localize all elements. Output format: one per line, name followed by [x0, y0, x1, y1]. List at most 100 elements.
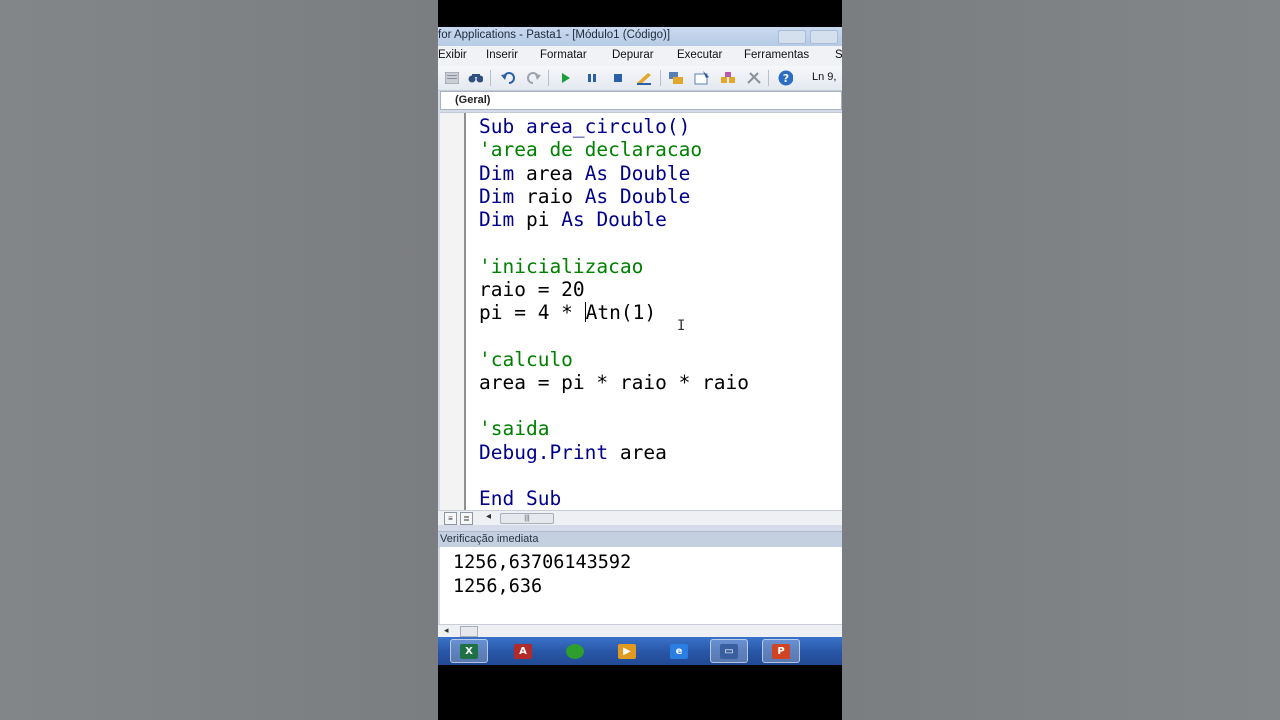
toolbox-icon[interactable] — [746, 71, 761, 85]
green-app-taskbar-button[interactable] — [556, 639, 594, 663]
scrollbar-thumb[interactable]: ||| — [500, 513, 554, 524]
code-line[interactable]: Debug.Print area — [479, 441, 749, 464]
media-player-taskbar-button[interactable]: ▶ — [608, 639, 646, 663]
code-line[interactable]: Dim pi As Double — [479, 208, 749, 231]
title-bar[interactable]: for Applications - Pasta1 - [Módulo1 (Có… — [438, 27, 842, 46]
immediate-output: 1256,63706143592 1256,636 — [453, 551, 631, 598]
scroll-left-arrow[interactable]: ◂ — [444, 625, 449, 636]
immediate-window-header: Verificação imediata — [438, 531, 842, 548]
excel-taskbar-button[interactable]: X — [450, 639, 488, 663]
vba-editor-window: for Applications - Pasta1 - [Módulo1 (Có… — [438, 27, 842, 665]
menu-formatar[interactable]: Formatar — [540, 49, 587, 61]
maximize-button[interactable] — [810, 30, 838, 44]
code-line[interactable]: 'saida — [479, 417, 749, 440]
design-mode-icon[interactable] — [636, 71, 651, 85]
left-blurred-background — [0, 0, 438, 720]
code-line[interactable]: 'inicializacao — [479, 255, 749, 278]
code-keyword: Dim — [479, 161, 515, 185]
menu-executar[interactable]: Executar — [677, 49, 722, 61]
help-icon[interactable]: ? — [778, 70, 793, 86]
procedure-view-button[interactable]: ≡ — [444, 512, 457, 525]
code-horizontal-scrollbar[interactable]: ≡ ≣ ◂ ||| — [438, 510, 842, 525]
break-icon[interactable] — [584, 71, 599, 85]
excel-icon: X — [460, 643, 478, 659]
code-comment: 'calculo — [479, 347, 573, 371]
green-app-icon — [566, 643, 584, 659]
code-margin-indicator-bar[interactable] — [440, 113, 466, 513]
menu-bar: Exibir Inserir Formatar Depurar Executar… — [438, 46, 842, 66]
code-keyword: As — [584, 161, 609, 185]
menu-ferramentas[interactable]: Ferramentas — [744, 49, 809, 61]
immediate-window[interactable]: 1256,63706143592 1256,636 — [440, 547, 842, 624]
code-token: pi = 4 * — [479, 301, 585, 324]
full-module-view-button[interactable]: ≣ — [460, 512, 473, 525]
immediate-line: 1256,636 — [453, 575, 543, 597]
code-line[interactable]: Dim area As Double — [479, 162, 749, 185]
code-keyword: Double — [619, 184, 691, 208]
svg-text:?: ? — [783, 72, 789, 85]
cursor-position-label: Ln 9, — [812, 71, 837, 83]
menu-depurar[interactable]: Depurar — [612, 49, 654, 61]
code-line[interactable] — [479, 394, 749, 417]
code-token: raio = 20 — [479, 277, 585, 301]
code-keyword: End Sub — [479, 487, 562, 510]
video-frame: for Applications - Pasta1 - [Módulo1 (Có… — [438, 0, 842, 720]
code-token: area — [514, 161, 585, 185]
excel-icon[interactable] — [444, 71, 459, 85]
code-line[interactable]: pi = 4 * Atn(1) — [479, 301, 749, 324]
scrollbar-thumb[interactable] — [460, 626, 478, 637]
code-window[interactable]: Sub area_circulo()'area de declaracao Dim… — [440, 112, 842, 513]
remote-desktop-icon: ▭ — [720, 643, 738, 659]
internet-explorer-taskbar-button[interactable]: e — [660, 639, 698, 663]
project-explorer-icon[interactable] — [668, 71, 683, 85]
code-keyword: Double — [596, 208, 667, 231]
undo-icon[interactable] — [500, 71, 515, 85]
windows-taskbar: X A ▶ e ▭ P — [438, 637, 842, 665]
code-line[interactable]: 'calculo — [479, 348, 749, 371]
minimize-button[interactable] — [778, 30, 806, 44]
code-keyword: As — [584, 184, 609, 208]
scroll-left-arrow[interactable]: ◂ — [486, 511, 491, 522]
menu-exibir[interactable]: Exibir — [438, 49, 467, 61]
code-editor-text[interactable]: Sub area_circulo()'area de declaracao Dim… — [479, 115, 749, 510]
code-token: area = pi * raio * raio — [479, 370, 750, 394]
access-taskbar-button[interactable]: A — [504, 639, 542, 663]
run-icon[interactable] — [558, 71, 573, 85]
code-comment: 'saida — [479, 417, 550, 441]
code-line[interactable] — [479, 464, 749, 487]
powerpoint-taskbar-button[interactable]: P — [762, 639, 800, 663]
object-dropdown[interactable]: (Geral) — [440, 91, 842, 110]
reset-icon[interactable] — [610, 71, 625, 85]
code-line[interactable]: Sub area_circulo() — [479, 115, 749, 138]
code-token: pi — [514, 208, 562, 231]
code-token: raio — [514, 184, 585, 208]
immediate-line: 1256,63706143592 — [453, 552, 632, 573]
object-browser-icon[interactable] — [720, 71, 735, 85]
code-line[interactable]: 'area de declaracao — [479, 138, 749, 161]
redo-icon[interactable] — [526, 71, 541, 85]
code-line[interactable]: area = pi * raio * raio — [479, 371, 749, 394]
object-dropdown-value: (Geral) — [455, 94, 491, 106]
properties-icon[interactable] — [694, 71, 709, 85]
code-line[interactable]: End Sub — [479, 487, 749, 510]
code-line[interactable]: Dim raio As Double — [479, 185, 749, 208]
code-keyword: Dim — [479, 208, 515, 231]
code-keyword: Debug.Print — [479, 440, 609, 464]
internet-explorer-icon: e — [670, 643, 688, 659]
remote-desktop-taskbar-button[interactable]: ▭ — [710, 639, 748, 663]
find-icon[interactable] — [468, 71, 483, 85]
access-icon: A — [514, 643, 532, 659]
code-token: Atn(1) — [585, 301, 657, 324]
immediate-horizontal-scrollbar[interactable]: ◂ — [438, 624, 842, 638]
window-title: for Applications - Pasta1 - [Módulo1 (Có… — [438, 29, 671, 41]
code-line[interactable] — [479, 231, 749, 254]
menu-inserir[interactable]: Inserir — [486, 49, 518, 61]
code-line[interactable] — [479, 324, 749, 347]
code-token: area — [608, 440, 667, 464]
code-keyword: Dim — [479, 184, 515, 208]
code-line[interactable]: raio = 20 — [479, 278, 749, 301]
menu-suplementos[interactable]: S — [835, 49, 842, 61]
media-player-icon: ▶ — [618, 643, 636, 659]
